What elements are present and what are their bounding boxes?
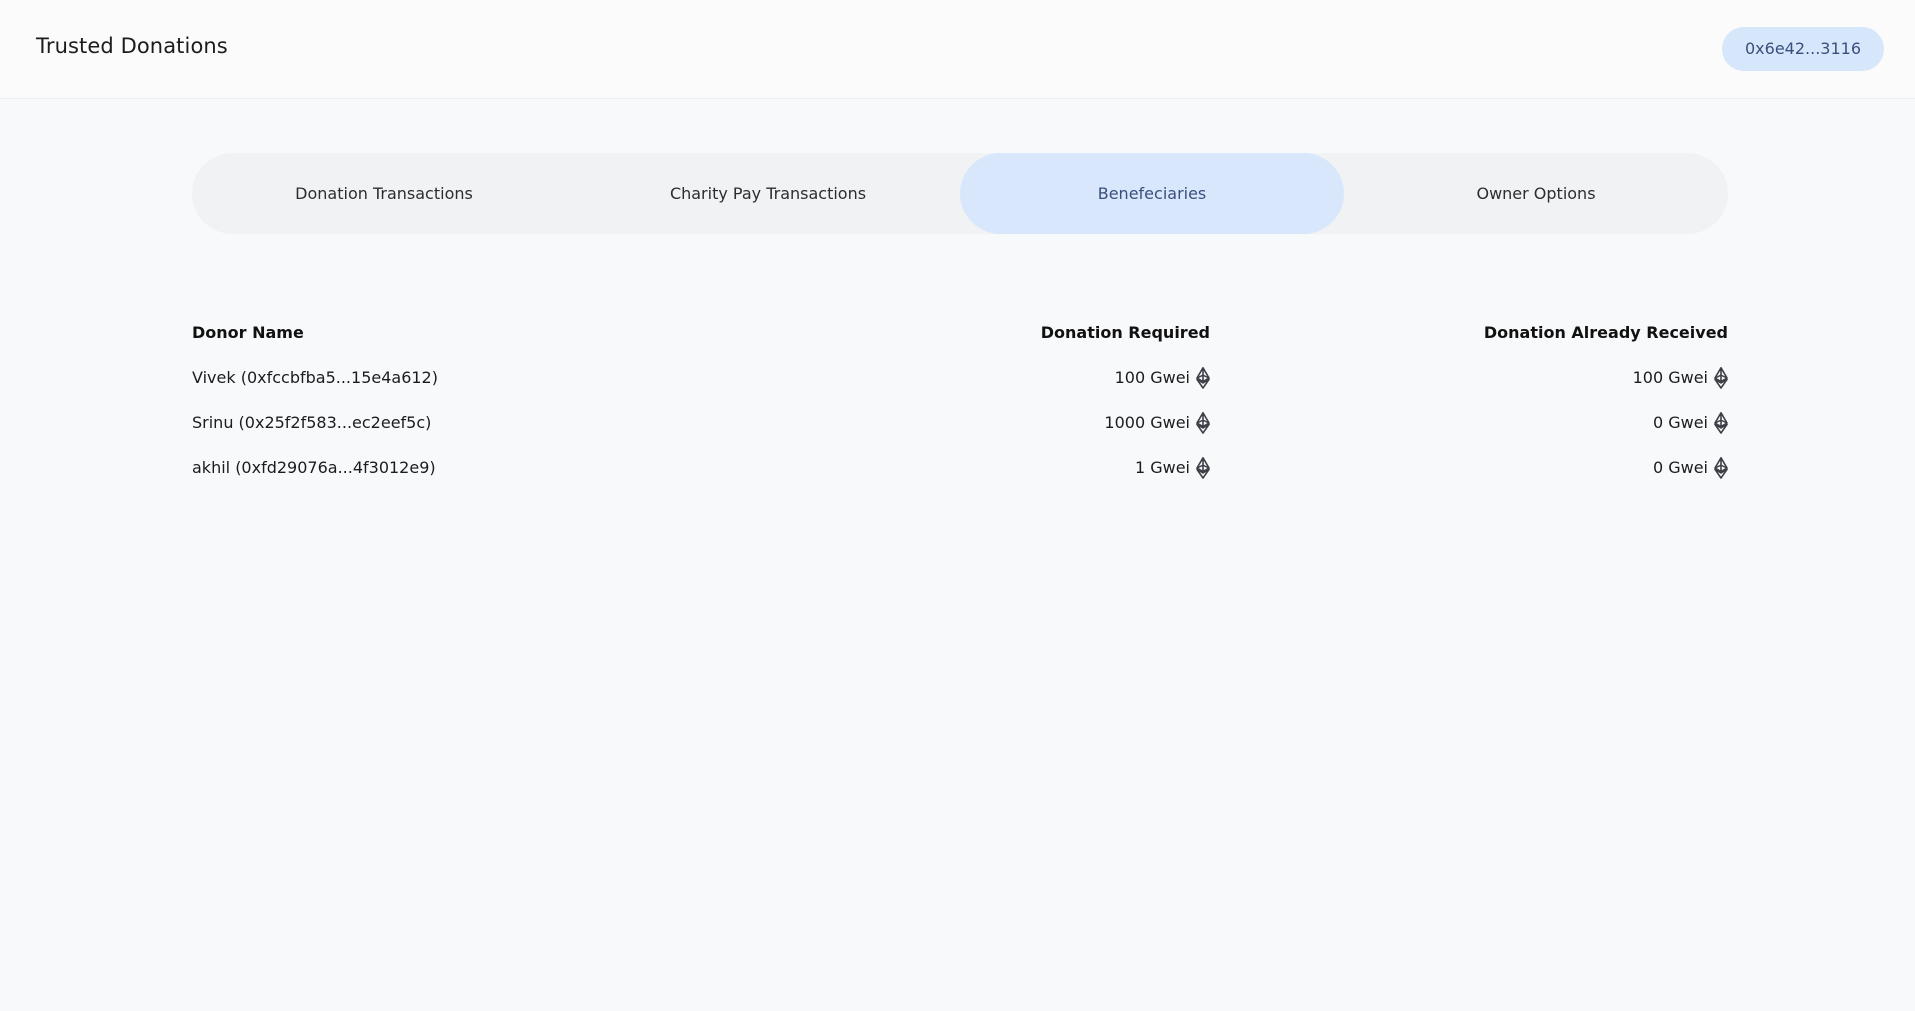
donation-received-cell: 100 Gwei — [1210, 366, 1728, 389]
amount-text: 0 Gwei — [1652, 458, 1708, 477]
donation-required-cell: 1 Gwei — [992, 456, 1210, 479]
donor-name-cell: akhil (0xfd29076a...4f3012e9) — [192, 458, 436, 477]
column-header-donation-required: Donation Required — [1040, 323, 1210, 342]
donation-required-cell: 100 Gwei — [992, 366, 1210, 389]
tab-charity-pay-transactions[interactable]: Charity Pay Transactions — [576, 153, 960, 234]
ethereum-icon — [1714, 366, 1728, 389]
beneficiaries-table: Donor Name Donation Required Donation Al… — [192, 310, 1728, 490]
amount-text: 0 Gwei — [1652, 413, 1708, 432]
amount-text: 100 Gwei — [1632, 368, 1708, 387]
ethereum-icon — [1196, 456, 1210, 479]
ethereum-icon — [1714, 456, 1728, 479]
table-row: Vivek (0xfccbfba5...15e4a612) 100 Gwei 1… — [192, 355, 1728, 400]
amount-text: 1000 Gwei — [1104, 413, 1190, 432]
amount-text: 1 Gwei — [1134, 458, 1190, 477]
table-row: akhil (0xfd29076a...4f3012e9) 1 Gwei 0 G… — [192, 445, 1728, 490]
app-title: Trusted Donations — [36, 34, 228, 58]
tab-benefeciaries[interactable]: Benefeciaries — [960, 153, 1344, 234]
amount-text: 100 Gwei — [1114, 368, 1190, 387]
donor-name-cell: Vivek (0xfccbfba5...15e4a612) — [192, 368, 438, 387]
tab-donation-transactions[interactable]: Donation Transactions — [192, 153, 576, 234]
ethereum-icon — [1196, 366, 1210, 389]
table-row: Srinu (0x25f2f583...ec2eef5c) 1000 Gwei … — [192, 400, 1728, 445]
tab-owner-options[interactable]: Owner Options — [1344, 153, 1728, 234]
wallet-address-button[interactable]: 0x6e42...3116 — [1722, 27, 1884, 71]
column-header-donor-name: Donor Name — [192, 323, 304, 342]
table-header-row: Donor Name Donation Required Donation Al… — [192, 310, 1728, 355]
tab-bar: Donation Transactions Charity Pay Transa… — [192, 153, 1728, 234]
donation-received-cell: 0 Gwei — [1210, 456, 1728, 479]
ethereum-icon — [1196, 411, 1210, 434]
app-header: Trusted Donations 0x6e42...3116 — [0, 0, 1915, 99]
donation-received-cell: 0 Gwei — [1210, 411, 1728, 434]
column-header-donation-received: Donation Already Received — [1483, 323, 1728, 342]
ethereum-icon — [1714, 411, 1728, 434]
donation-required-cell: 1000 Gwei — [992, 411, 1210, 434]
donor-name-cell: Srinu (0x25f2f583...ec2eef5c) — [192, 413, 432, 432]
